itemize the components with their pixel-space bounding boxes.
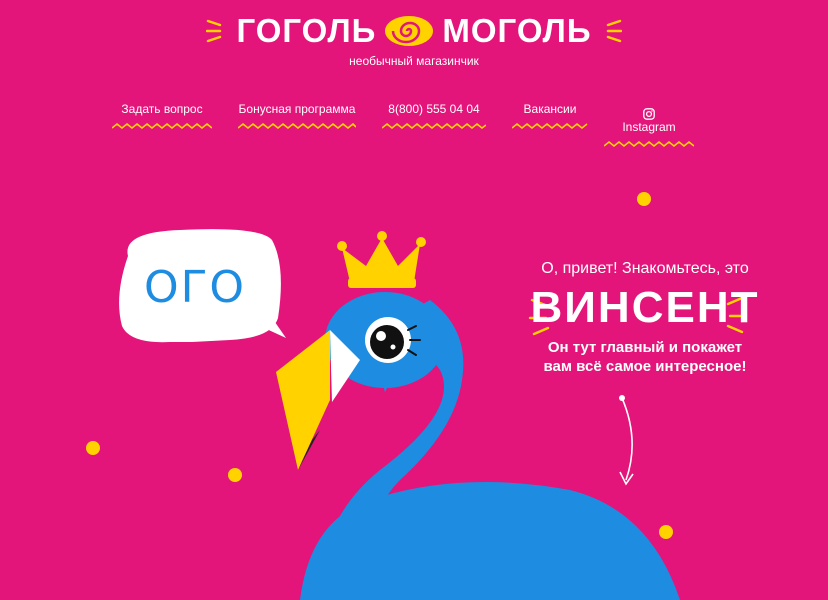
greeting-description: Он тут главный и покажет вам всё самое и…	[500, 338, 790, 376]
greeting-block: О, привет! Знакомьтесь, это ВИНСЕНТ Он т…	[500, 260, 790, 376]
greeting-intro: О, привет! Знакомьтесь, это	[541, 260, 749, 277]
greeting-description-line: Он тут главный и покажет	[547, 339, 743, 356]
crown-icon	[337, 231, 426, 288]
greeting-description-line: вам всё самое интересное!	[543, 358, 747, 375]
mascot-name: ВИНСЕНТ	[530, 283, 760, 332]
